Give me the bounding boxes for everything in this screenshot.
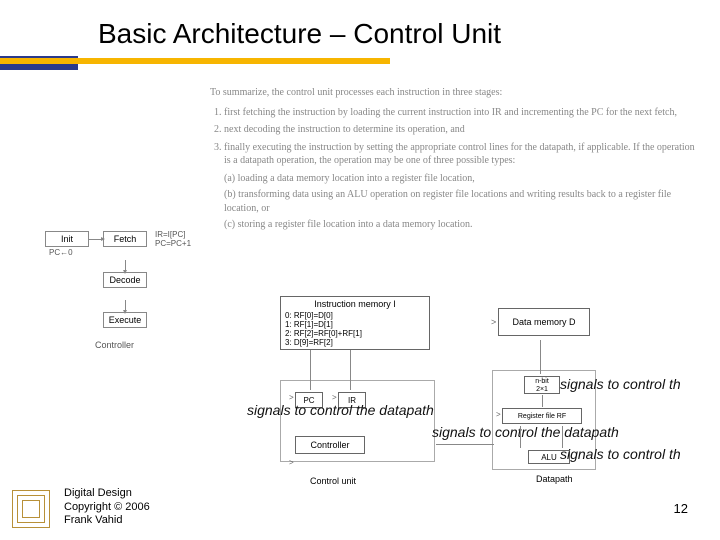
rf-gt-icon: > bbox=[496, 410, 501, 419]
summary-block: To summarize, the control unit processes… bbox=[210, 86, 700, 235]
summary-step-3: finally executing the instruction by set… bbox=[224, 141, 700, 168]
ctrl-gt-icon: > bbox=[289, 458, 294, 467]
summary-sub-b: (b) transforming data using an ALU opera… bbox=[224, 188, 700, 215]
pc-gt-icon: > bbox=[289, 393, 294, 402]
dmem-label: Data memory D bbox=[512, 317, 575, 327]
fsm-vline1 bbox=[125, 260, 126, 272]
wire bbox=[350, 350, 351, 390]
summary-sub-a: (a) loading a data memory location into … bbox=[224, 172, 700, 186]
summary-step-2: next decoding the instruction to determi… bbox=[224, 123, 700, 137]
fsm-diagram: Init Fetch IR=I[PC] PC=PC+1 PC←0 Decode … bbox=[45, 230, 215, 350]
dmem-gt-icon: > bbox=[491, 317, 496, 327]
mux-line1: n-bit bbox=[525, 378, 559, 386]
summary-step-1: first fetching the instruction by loadin… bbox=[224, 106, 700, 120]
page-number: 12 bbox=[674, 501, 688, 516]
fsm-init: Init bbox=[45, 231, 89, 247]
signal-text-4: signals to control th bbox=[560, 446, 681, 462]
fsm-ir-label: IR=I[PC] bbox=[155, 230, 191, 239]
register-file: Register file RF bbox=[502, 408, 582, 424]
wire bbox=[436, 444, 494, 445]
imem-line-3: 3: D[9]=RF[2] bbox=[285, 338, 425, 347]
fsm-pc0: PC←0 bbox=[49, 248, 73, 257]
signal-text-2: signals to control the datapath bbox=[247, 402, 434, 418]
control-unit-label: Control unit bbox=[310, 476, 356, 486]
logo-icon bbox=[12, 490, 52, 530]
wire bbox=[310, 350, 311, 390]
data-memory: > Data memory D bbox=[498, 308, 590, 336]
summary-sub-c: (c) storing a register file location int… bbox=[224, 218, 700, 232]
fsm-decode: Decode bbox=[103, 272, 147, 288]
signal-text-1: signals to control th bbox=[560, 376, 681, 392]
ir-gt-icon: > bbox=[332, 393, 337, 402]
fsm-fetch: Fetch bbox=[103, 231, 147, 247]
imem-title: Instruction memory I bbox=[285, 299, 425, 309]
mux-box: n-bit 2×1 bbox=[524, 376, 560, 394]
mux-line2: 2×1 bbox=[525, 386, 559, 394]
accent-yellow-bar bbox=[0, 58, 390, 64]
wire bbox=[540, 340, 541, 374]
instruction-memory: Instruction memory I 0: RF[0]=D[0] 1: RF… bbox=[280, 296, 430, 350]
imem-line-2: 2: RF[2]=RF[0]+RF[1] bbox=[285, 329, 425, 338]
controller-box: Controller bbox=[295, 436, 365, 454]
wire bbox=[520, 426, 521, 448]
fsm-execute: Execute bbox=[103, 312, 147, 328]
footer-line1: Digital Design bbox=[64, 487, 150, 501]
fsm-vline2 bbox=[125, 300, 126, 312]
datapath-label: Datapath bbox=[536, 474, 573, 484]
page-title: Basic Architecture – Control Unit bbox=[0, 0, 720, 50]
footer-line2: Copyright © 2006 bbox=[64, 501, 150, 515]
footer-line3: Frank Vahid bbox=[64, 514, 150, 528]
imem-line-0: 0: RF[0]=D[0] bbox=[285, 311, 425, 320]
wire bbox=[562, 426, 563, 448]
fsm-arrow bbox=[89, 239, 103, 240]
wire bbox=[542, 395, 543, 407]
footer-block: Digital Design Copyright © 2006 Frank Va… bbox=[64, 487, 150, 528]
fsm-controller-label: Controller bbox=[95, 340, 215, 350]
signal-text-3: signals to control the datapath bbox=[432, 424, 619, 440]
imem-line-1: 1: RF[1]=D[1] bbox=[285, 320, 425, 329]
summary-intro: To summarize, the control unit processes… bbox=[210, 86, 700, 100]
fsm-pc-label: PC=PC+1 bbox=[155, 239, 191, 248]
